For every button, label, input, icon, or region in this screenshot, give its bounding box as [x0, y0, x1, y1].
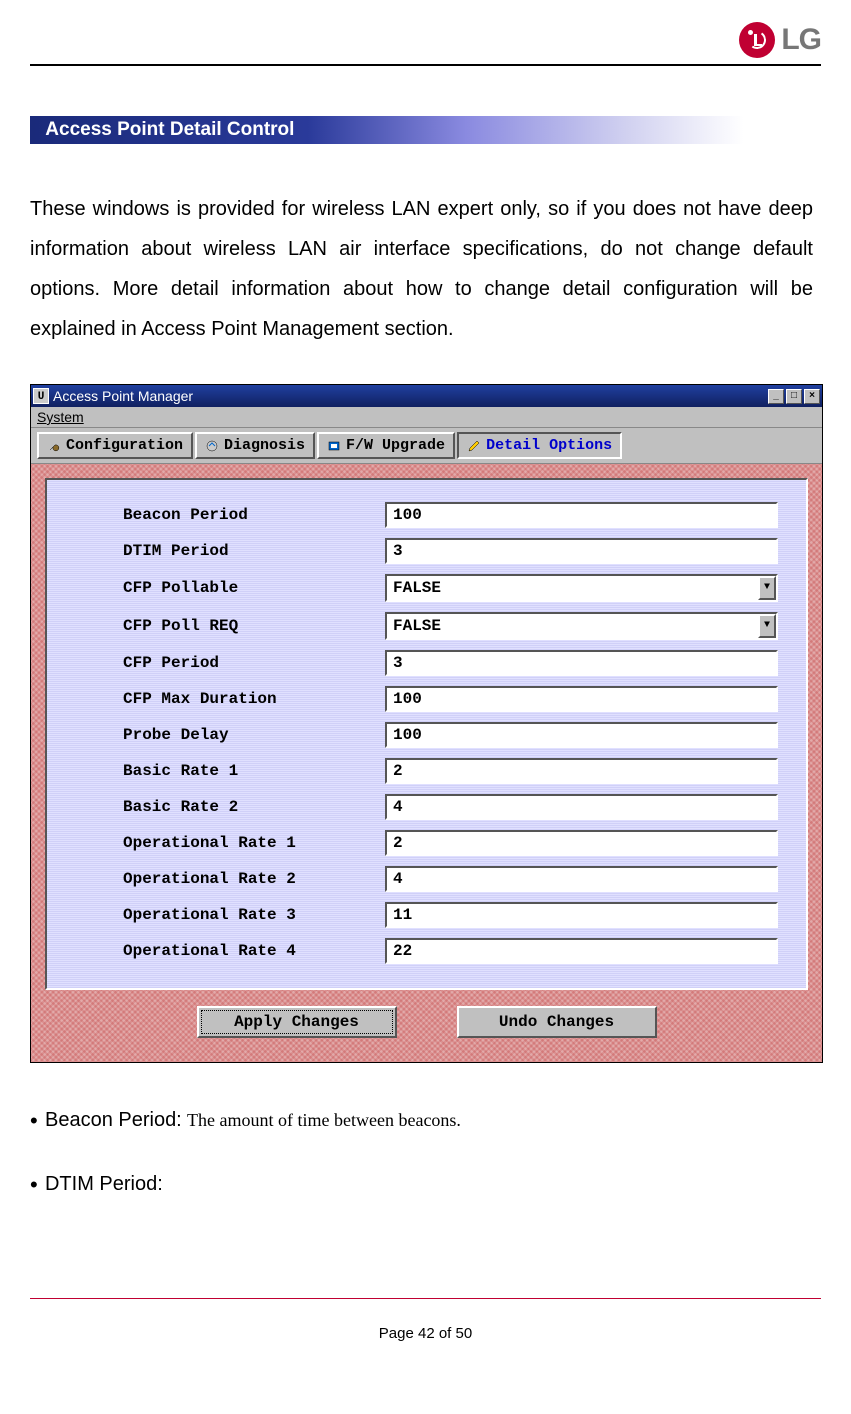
- label-operational-rate-1: Operational Rate 1: [75, 834, 385, 852]
- close-button[interactable]: ×: [804, 389, 820, 404]
- bullet-beacon-period: • Beacon Period: The amount of time betw…: [30, 1108, 821, 1134]
- lg-face-icon: [739, 22, 775, 58]
- label-cfp-max-duration: CFP Max Duration: [75, 690, 385, 708]
- label-dtim-period: DTIM Period: [75, 542, 385, 560]
- tab-fw-upgrade[interactable]: F/W Upgrade: [317, 432, 455, 459]
- label-beacon-period: Beacon Period: [75, 506, 385, 524]
- label-basic-rate-1: Basic Rate 1: [75, 762, 385, 780]
- row-cfp-poll-req: CFP Poll REQ FALSE ▼: [75, 612, 778, 640]
- bullet-list: • Beacon Period: The amount of time betw…: [30, 1108, 821, 1198]
- label-operational-rate-4: Operational Rate 4: [75, 942, 385, 960]
- bullet-dtim-label: DTIM Period:: [45, 1173, 163, 1195]
- app-window: U Access Point Manager _ □ × System Conf…: [30, 384, 823, 1063]
- button-row: Apply Changes Undo Changes: [45, 990, 808, 1048]
- header-divider: [30, 64, 821, 66]
- intro-paragraph: These windows is provided for wireless L…: [30, 189, 813, 349]
- page-footer: Page 42 of 50: [30, 1307, 821, 1360]
- tab-fw-upgrade-label: F/W Upgrade: [346, 437, 445, 454]
- label-probe-delay: Probe Delay: [75, 726, 385, 744]
- app-icon: U: [33, 388, 49, 404]
- input-cfp-max-duration[interactable]: 100: [385, 686, 778, 712]
- tab-detail-options-label: Detail Options: [486, 437, 612, 454]
- window-titlebar: U Access Point Manager _ □ ×: [31, 385, 822, 407]
- label-operational-rate-2: Operational Rate 2: [75, 870, 385, 888]
- row-basic-rate-2: Basic Rate 2 4: [75, 794, 778, 820]
- bullet-dtim-period: • DTIM Period:: [30, 1172, 821, 1198]
- undo-button[interactable]: Undo Changes: [457, 1006, 657, 1038]
- row-cfp-max-duration: CFP Max Duration 100: [75, 686, 778, 712]
- row-dtim-period: DTIM Period 3: [75, 538, 778, 564]
- lg-brand-text: LG: [781, 23, 821, 57]
- row-operational-rate-1: Operational Rate 1 2: [75, 830, 778, 856]
- label-cfp-period: CFP Period: [75, 654, 385, 672]
- row-cfp-pollable: CFP Pollable FALSE ▼: [75, 574, 778, 602]
- input-basic-rate-2[interactable]: 4: [385, 794, 778, 820]
- input-basic-rate-1[interactable]: 2: [385, 758, 778, 784]
- chevron-down-icon: ▼: [758, 614, 776, 638]
- toolbar: Configuration Diagnosis F/W Upgrade Deta…: [31, 428, 822, 464]
- tab-detail-options[interactable]: Detail Options: [457, 432, 622, 459]
- row-operational-rate-2: Operational Rate 2 4: [75, 866, 778, 892]
- label-operational-rate-3: Operational Rate 3: [75, 906, 385, 924]
- lg-logo: LG: [739, 22, 821, 58]
- menu-system[interactable]: System: [37, 409, 84, 425]
- input-operational-rate-2[interactable]: 4: [385, 866, 778, 892]
- minimize-button[interactable]: _: [768, 389, 784, 404]
- input-operational-rate-1[interactable]: 2: [385, 830, 778, 856]
- upgrade-icon: [327, 439, 341, 453]
- window-title: Access Point Manager: [53, 388, 768, 404]
- row-operational-rate-3: Operational Rate 3 11: [75, 902, 778, 928]
- input-cfp-period[interactable]: 3: [385, 650, 778, 676]
- bullet-dot-icon: •: [30, 1172, 38, 1197]
- label-basic-rate-2: Basic Rate 2: [75, 798, 385, 816]
- row-operational-rate-4: Operational Rate 4 22: [75, 938, 778, 964]
- tab-configuration-label: Configuration: [66, 437, 183, 454]
- form-panel: Beacon Period 100 DTIM Period 3 CFP Poll…: [45, 478, 808, 990]
- apply-button[interactable]: Apply Changes: [197, 1006, 397, 1038]
- row-cfp-period: CFP Period 3: [75, 650, 778, 676]
- label-cfp-pollable: CFP Pollable: [75, 579, 385, 597]
- input-operational-rate-4[interactable]: 22: [385, 938, 778, 964]
- diagnosis-icon: [205, 439, 219, 453]
- tab-diagnosis-label: Diagnosis: [224, 437, 305, 454]
- menu-bar: System: [31, 407, 822, 428]
- tab-diagnosis[interactable]: Diagnosis: [195, 432, 315, 459]
- row-probe-delay: Probe Delay 100: [75, 722, 778, 748]
- section-title-bar: Access Point Detail Control: [30, 116, 823, 144]
- tab-configuration[interactable]: Configuration: [37, 432, 193, 459]
- input-operational-rate-3[interactable]: 11: [385, 902, 778, 928]
- content-area: Beacon Period 100 DTIM Period 3 CFP Poll…: [31, 464, 822, 1062]
- page-header: LG: [30, 20, 821, 60]
- section-title: Access Point Detail Control: [45, 119, 294, 140]
- select-cfp-pollable[interactable]: FALSE ▼: [385, 574, 778, 602]
- select-cfp-poll-req[interactable]: FALSE ▼: [385, 612, 778, 640]
- chevron-down-icon: ▼: [758, 576, 776, 600]
- input-dtim-period[interactable]: 3: [385, 538, 778, 564]
- label-cfp-poll-req: CFP Poll REQ: [75, 617, 385, 635]
- row-beacon-period: Beacon Period 100: [75, 502, 778, 528]
- select-cfp-pollable-value: FALSE: [387, 576, 758, 600]
- input-probe-delay[interactable]: 100: [385, 722, 778, 748]
- input-beacon-period[interactable]: 100: [385, 502, 778, 528]
- wrench-icon: [47, 439, 61, 453]
- row-basic-rate-1: Basic Rate 1 2: [75, 758, 778, 784]
- bullet-beacon-desc: The amount of time between beacons.: [187, 1110, 461, 1130]
- edit-icon: [467, 439, 481, 453]
- bullet-beacon-label: Beacon Period:: [45, 1109, 182, 1131]
- bullet-dot-icon: •: [30, 1108, 38, 1133]
- maximize-button[interactable]: □: [786, 389, 802, 404]
- select-cfp-poll-req-value: FALSE: [387, 614, 758, 638]
- footer-divider: [30, 1298, 821, 1299]
